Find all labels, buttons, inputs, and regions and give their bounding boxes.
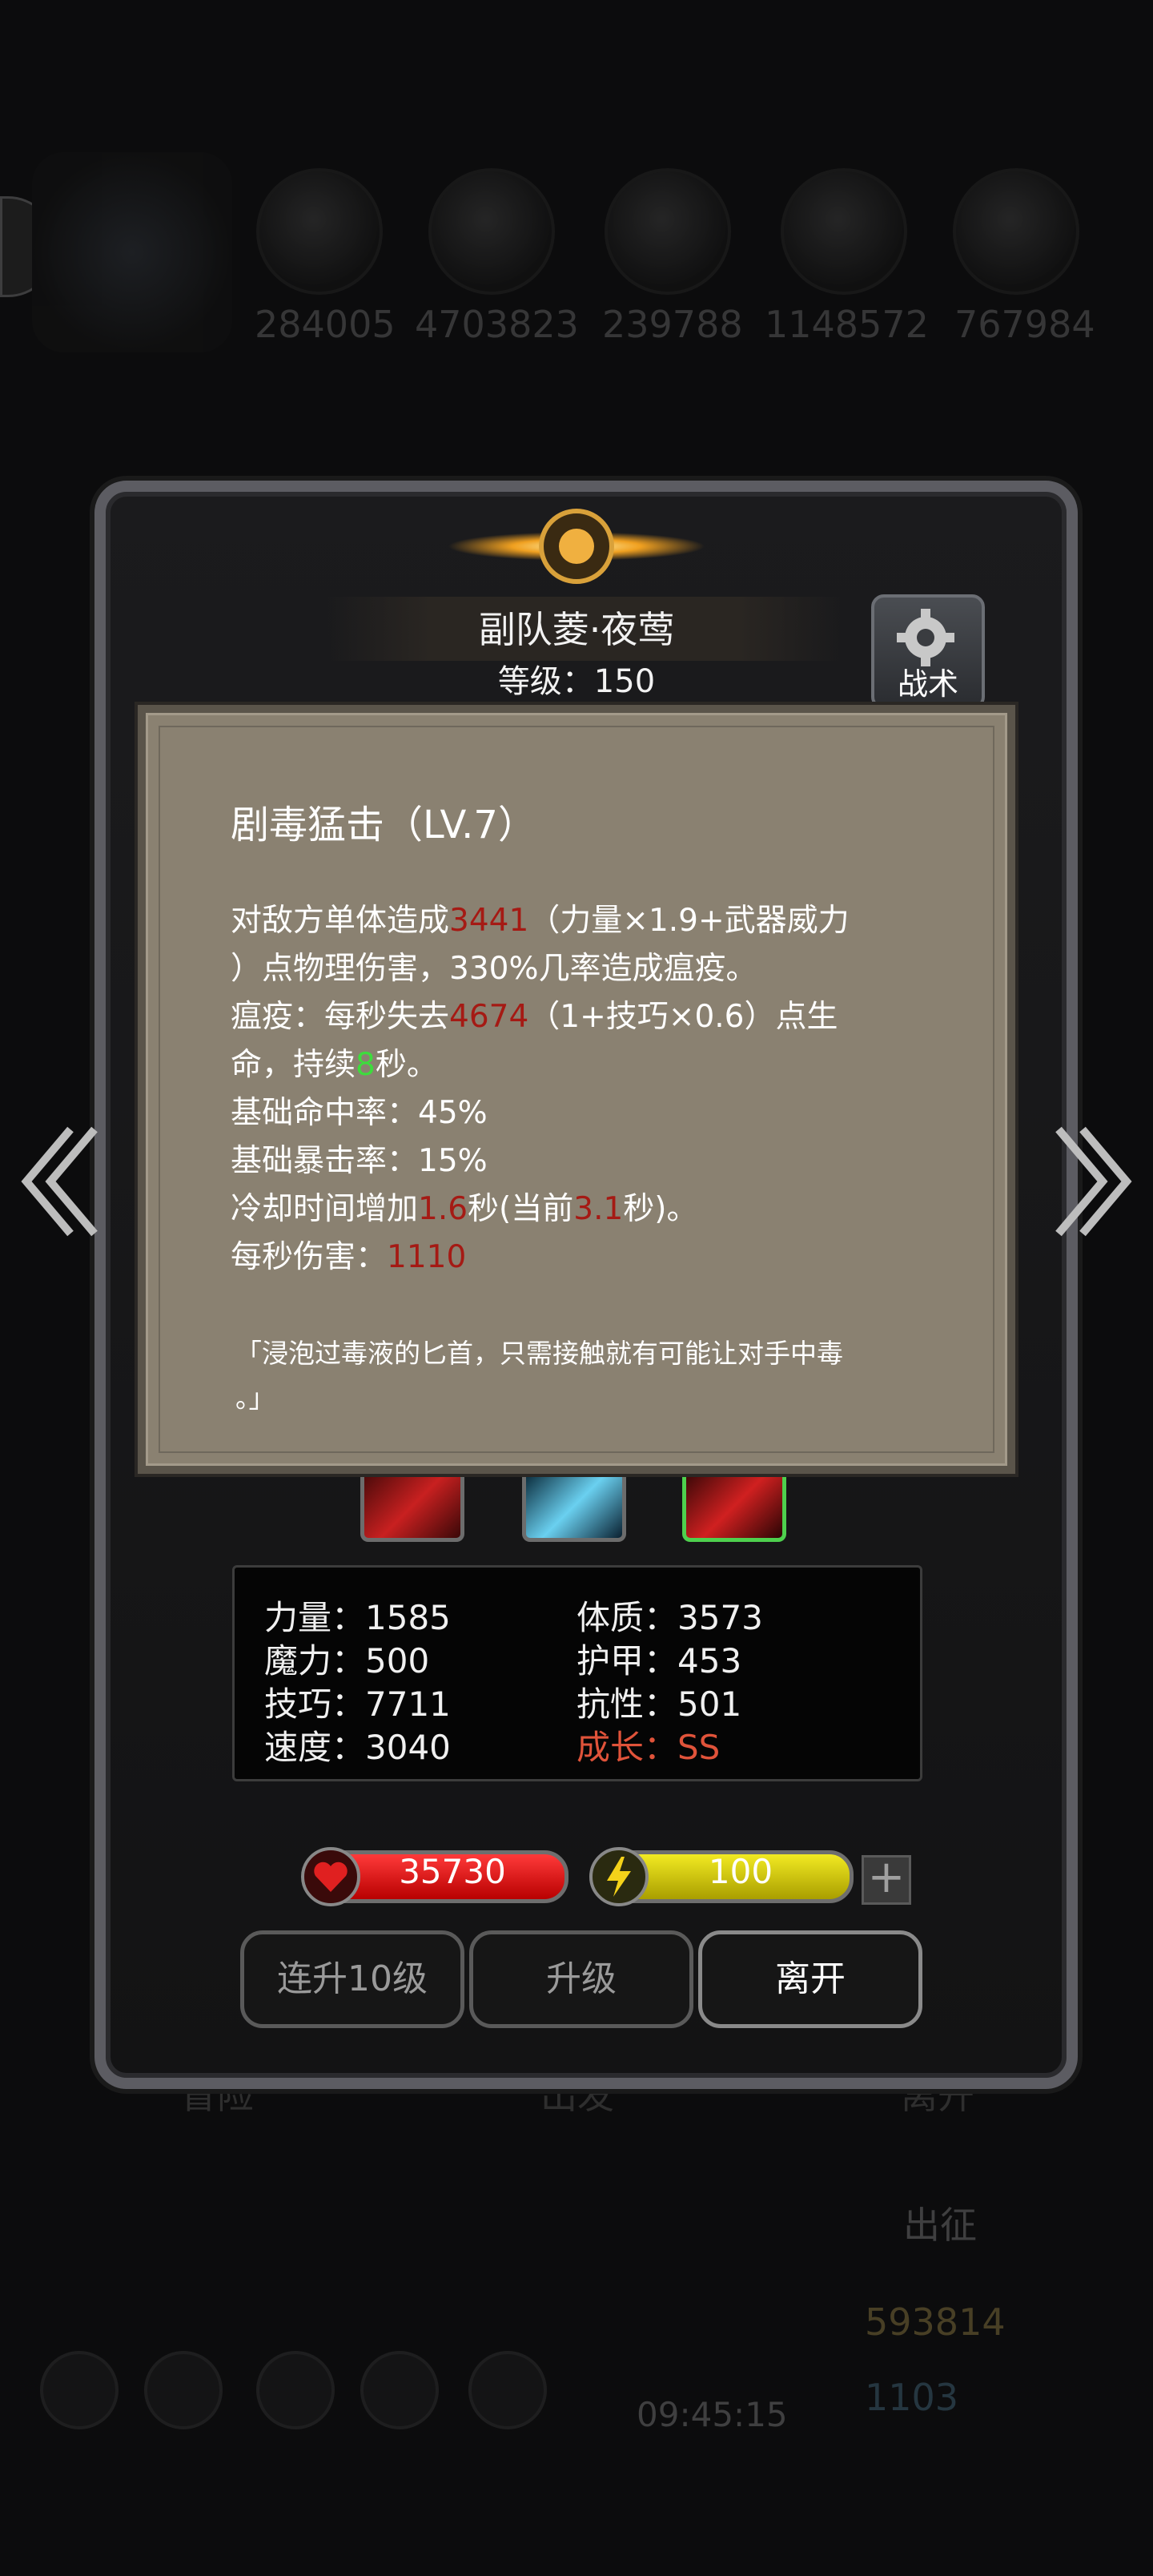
hero-name: 副队菱·夜莺 xyxy=(478,608,675,651)
clock-label: 09:45:15 xyxy=(637,2395,788,2434)
skill-title: 剧毒猛击（LV.7） xyxy=(231,803,536,847)
skill-description: 对敌方单体造成3441（力量×1.9+武器威力 ）点物理伤害，330%几率造成瘟… xyxy=(231,897,935,1282)
menu-icon xyxy=(256,2351,335,2429)
stat-skill: 技巧：7711 xyxy=(264,1684,451,1724)
resource-value: 767984 xyxy=(954,303,1095,346)
leave-button[interactable]: 离开 xyxy=(698,1930,922,2028)
desc-line: 对敌方单体造成3441（力量×1.9+武器威力 xyxy=(231,903,850,939)
stat-speed: 速度：3040 xyxy=(264,1728,451,1767)
menu-icon xyxy=(144,2351,223,2429)
skill-slot[interactable] xyxy=(522,1474,626,1542)
skill-flavor-text: 「浸泡过毒液的匕首，只需接触就有可能让对手中毒 。」 xyxy=(235,1338,843,1414)
hit-rate: 基础命中率：45% xyxy=(231,1095,488,1131)
desc-line: 命，持续8秒。 xyxy=(231,1047,438,1083)
tactics-button[interactable]: 战术 xyxy=(871,594,985,710)
skill-slot-selected[interactable] xyxy=(682,1474,786,1542)
dps-line: 每秒伤害：1110 xyxy=(231,1239,467,1275)
stat-constitution: 体质：3573 xyxy=(576,1598,763,1637)
lightning-icon xyxy=(589,1847,649,1906)
hp-value: 35730 xyxy=(399,1852,506,1891)
resource-icon xyxy=(605,168,731,295)
menu-icon xyxy=(468,2351,547,2429)
stat-resistance: 抗性：501 xyxy=(576,1684,742,1724)
next-hero-arrow-icon[interactable] xyxy=(1051,1121,1139,1242)
skill-slot[interactable] xyxy=(360,1474,464,1542)
upgrade-button[interactable]: 升级 xyxy=(469,1930,693,2028)
energy-value: 100 xyxy=(708,1852,773,1891)
expedition-label: 出征 xyxy=(903,2204,977,2247)
tactics-label: 战术 xyxy=(897,666,958,702)
resource-value: 239788 xyxy=(602,303,743,346)
previous-hero-arrow-icon[interactable] xyxy=(14,1121,102,1242)
menu-icon xyxy=(40,2351,119,2429)
heart-icon xyxy=(301,1847,360,1906)
resource-value: 284005 xyxy=(255,303,396,346)
resource-icon xyxy=(256,168,383,295)
add-energy-button[interactable]: + xyxy=(862,1855,911,1905)
resource-icon xyxy=(953,168,1079,295)
resource-value: 1148572 xyxy=(765,303,929,346)
menu-icon xyxy=(360,2351,439,2429)
gold-amount: 593814 xyxy=(865,2300,1006,2344)
desc-line: ）点物理伤害，330%几率造成瘟疫。 xyxy=(231,951,757,987)
resource-icon xyxy=(428,168,555,295)
hero-level: 等级：150 xyxy=(497,663,656,700)
gem-amount: 1103 xyxy=(865,2376,959,2419)
stat-magic: 魔力：500 xyxy=(264,1641,430,1680)
stat-strength: 力量：1585 xyxy=(264,1598,451,1637)
resource-value: 4703823 xyxy=(415,303,579,346)
crit-rate: 基础暴击率：15% xyxy=(231,1143,488,1179)
player-avatar xyxy=(32,152,232,352)
stat-growth: 成长：SS xyxy=(576,1728,721,1767)
desc-line: 瘟疫：每秒失去4674（1+技巧×0.6）点生 xyxy=(231,999,838,1035)
upgrade-10-button[interactable]: 连升10级 xyxy=(240,1930,464,2028)
cooldown-line: 冷却时间增加1.6秒(当前3.1秒)。 xyxy=(231,1191,698,1227)
stat-armor: 护甲：453 xyxy=(576,1641,742,1680)
resource-icon xyxy=(781,168,907,295)
crest-emblem-icon xyxy=(448,509,705,584)
